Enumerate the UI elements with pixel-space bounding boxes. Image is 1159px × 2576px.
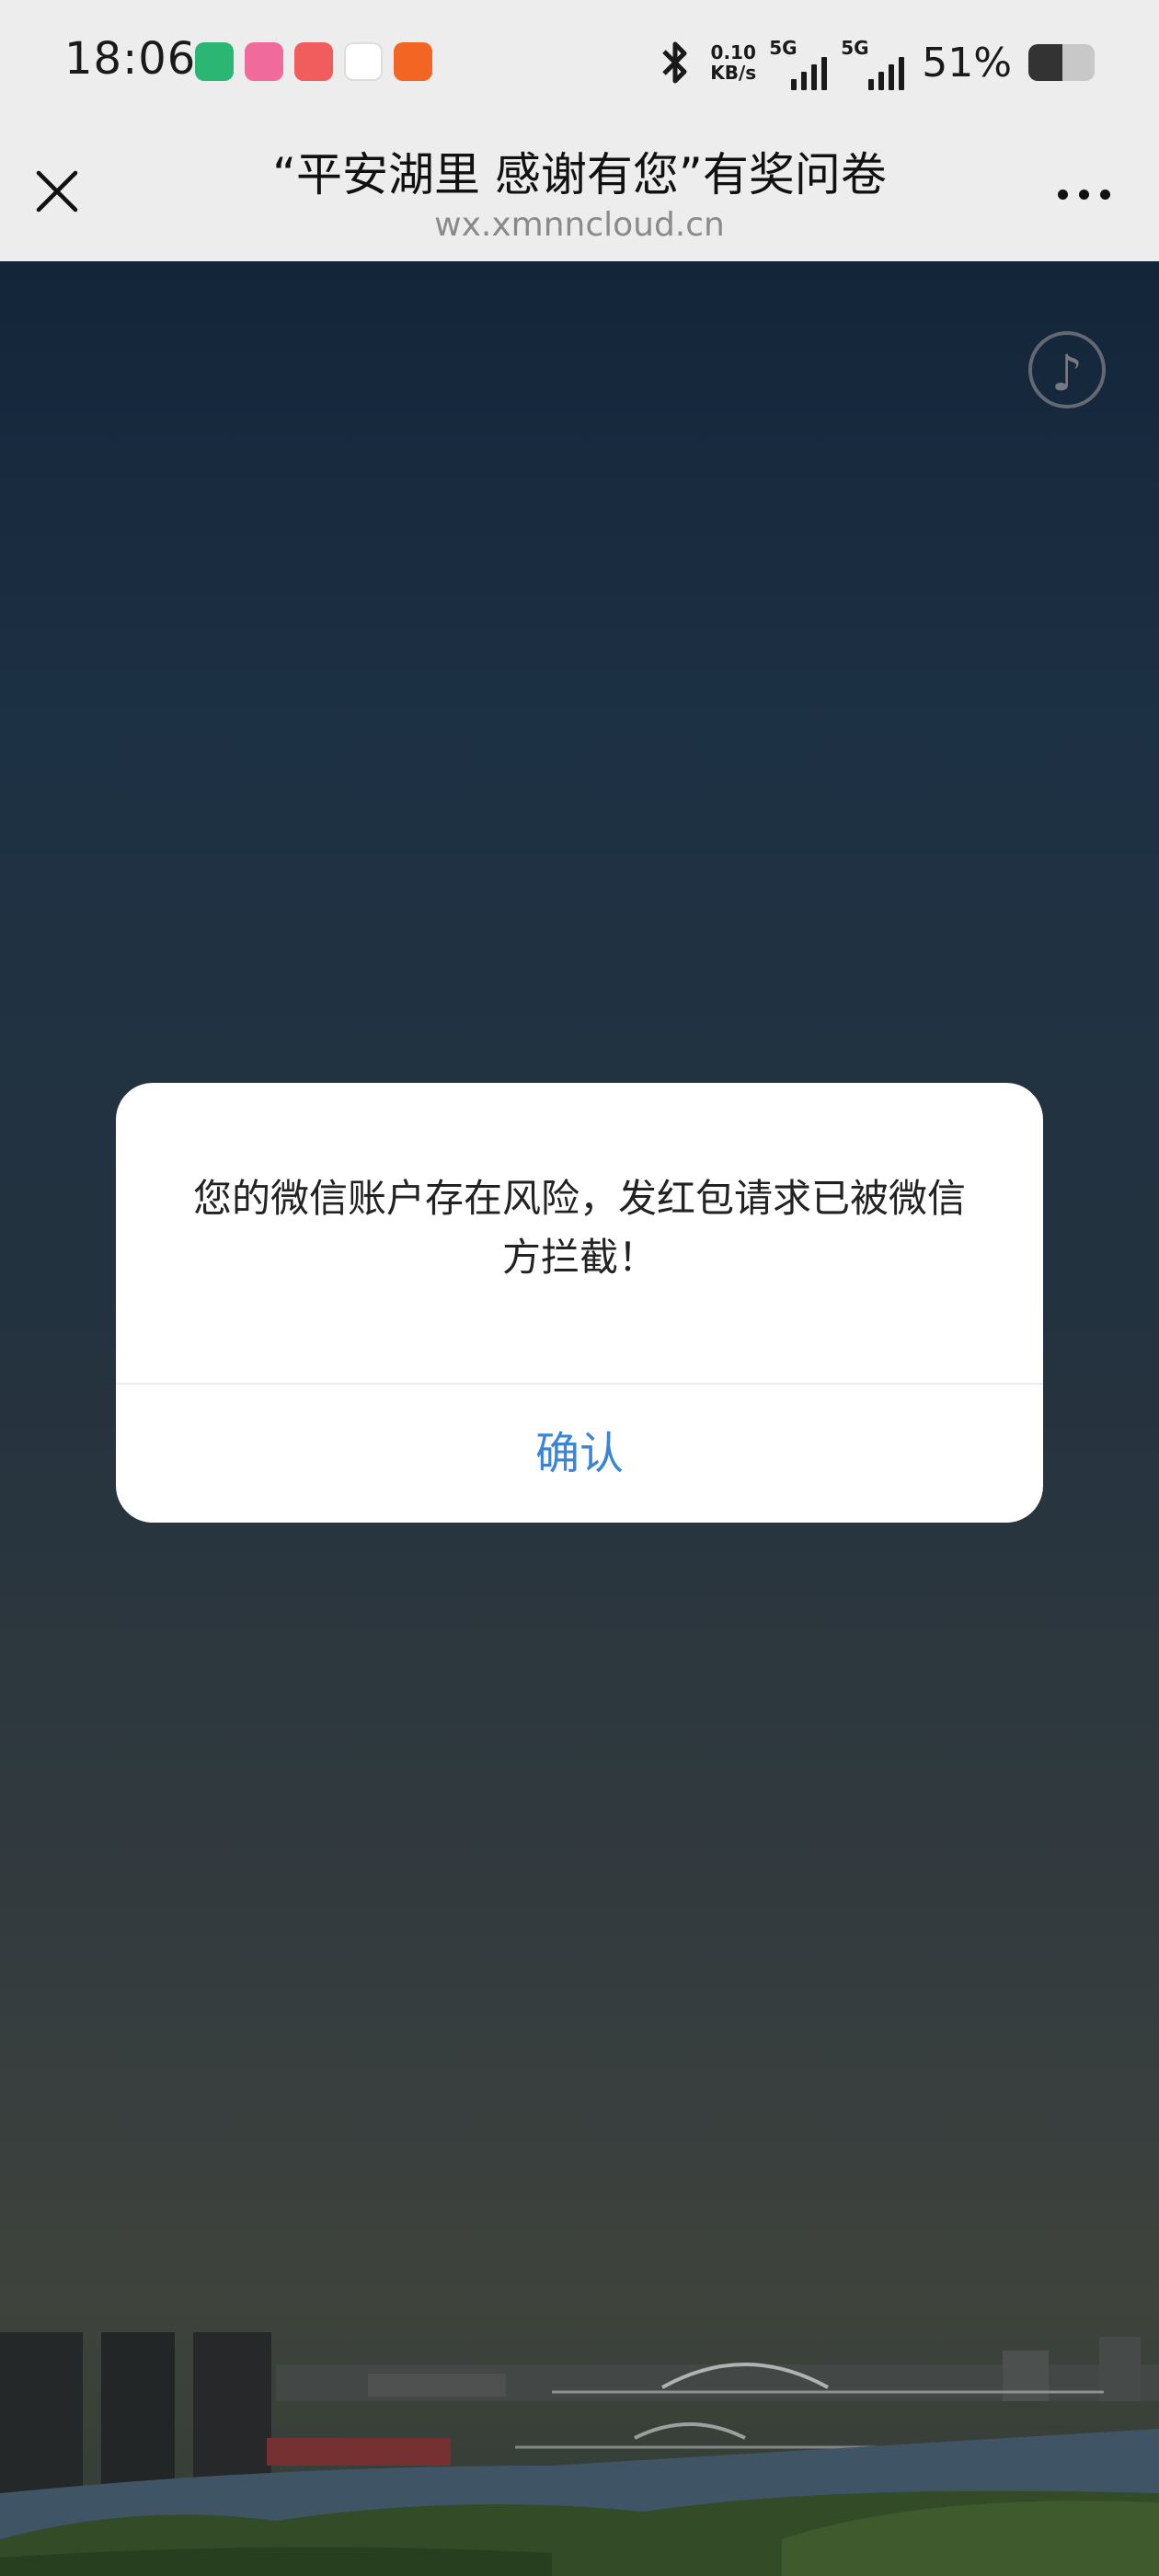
app-mascot-icon (294, 42, 333, 81)
net-speed-value: 0.10 (710, 41, 756, 63)
more-button[interactable] (1058, 180, 1122, 208)
sim1-label: 5G (769, 37, 798, 59)
mi-home-icon (195, 42, 234, 81)
signal-sim1-icon: 5G (769, 35, 828, 90)
battery-icon (1028, 44, 1095, 81)
paper-plane-icon (394, 42, 432, 81)
status-right-cluster: 0.10 KB/s 5G 5G 51% (657, 28, 1095, 98)
bilibili-icon (245, 42, 283, 81)
confirm-button[interactable]: 确认 (116, 1385, 1043, 1523)
browser-title-bar: “平安湖里 感谢有您”有奖问卷 wx.xmnncloud.cn (0, 125, 1159, 261)
net-speed-unit: KB/s (710, 62, 757, 84)
alert-dialog: 您的微信账户存在风险，发红包请求已被微信方拦截！ 确认 (116, 1083, 1043, 1523)
signal-sim2-icon: 5G (841, 35, 905, 90)
dialog-message: 您的微信账户存在风险，发红包请求已被微信方拦截！ (192, 1176, 966, 1280)
net-speed: 0.10 KB/s (710, 42, 756, 83)
more-icon (1058, 189, 1068, 200)
bluetooth-icon (662, 41, 687, 84)
status-time: 18:06 (64, 33, 197, 85)
app-logo-icon (344, 42, 383, 81)
page-title: “平安湖里 感谢有您”有奖问卷 (272, 148, 887, 201)
status-bar: 18:06 0.10 KB/s 5G 5G 51% (0, 0, 1159, 125)
sim2-label: 5G (841, 37, 869, 59)
battery-percent: 51% (922, 39, 1012, 86)
page-url: wx.xmnncloud.cn (434, 206, 725, 244)
battery-fill (1028, 44, 1062, 81)
